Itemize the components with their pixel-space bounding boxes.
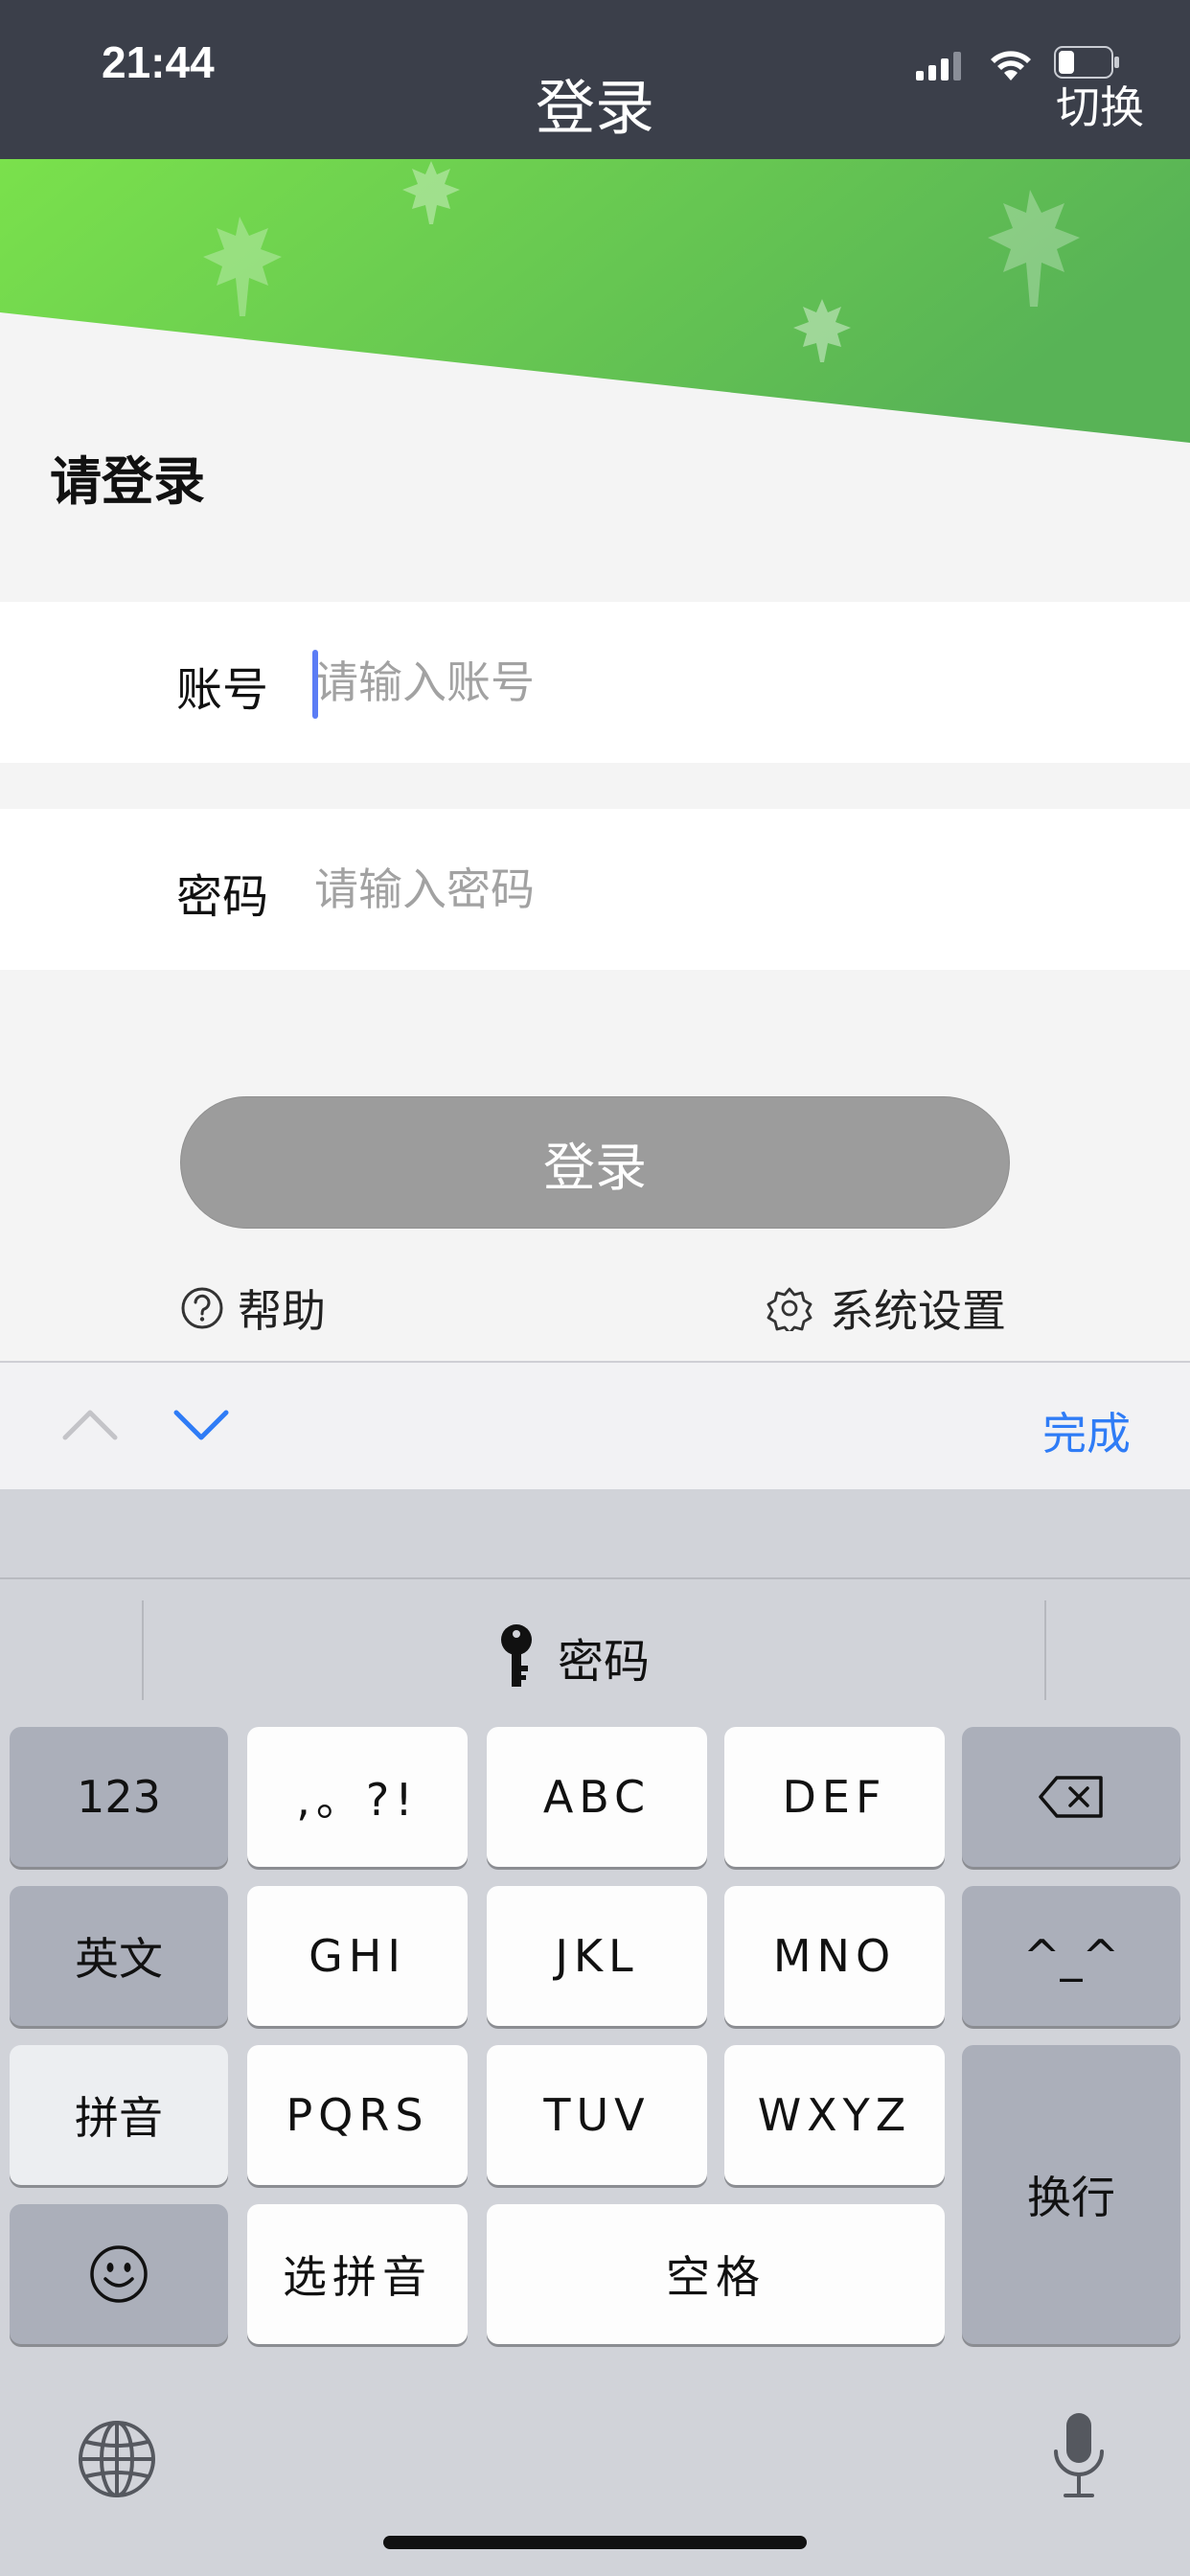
key-pinyin[interactable]: 拼音 [10, 2045, 228, 2185]
system-settings-link[interactable]: 系统设置 [767, 1276, 1006, 1340]
system-settings-label: 系统设置 [830, 1285, 1006, 1337]
emoji-icon [90, 2245, 148, 2303]
key-icon [501, 1624, 532, 1687]
login-heading: 请登录 [50, 451, 205, 512]
key-abc[interactable]: ABC [487, 1727, 707, 1867]
help-label: 帮助 [238, 1285, 326, 1337]
password-field-row[interactable]: 密码 [0, 809, 1190, 970]
account-field-row[interactable]: 账号 [0, 602, 1190, 763]
gear-icon [767, 1287, 812, 1331]
switch-button[interactable]: 切换 [1056, 73, 1144, 136]
suggestion-label: 密码 [558, 1635, 651, 1689]
password-input[interactable] [314, 851, 1129, 928]
help-link[interactable]: 帮助 [180, 1276, 326, 1340]
help-circle-icon [181, 1287, 223, 1329]
keyboard: 密码 123 ,。?! ABC DEF 英文 GHI JKL MNO ^_^ 拼… [0, 1489, 1190, 2576]
account-input[interactable] [314, 644, 1129, 721]
account-label: 账号 [176, 663, 269, 717]
key-ghi[interactable]: GHI [247, 1886, 468, 2026]
key-wxyz[interactable]: WXYZ [724, 2045, 945, 2185]
microphone-icon[interactable] [1050, 2411, 1108, 2503]
divider [142, 1600, 144, 1700]
key-pqrs[interactable]: PQRS [247, 2045, 468, 2185]
keyboard-accessory-bar: 完成 [0, 1361, 1190, 1489]
key-english[interactable]: 英文 [10, 1886, 228, 2026]
password-suggestion[interactable]: 密码 [496, 1623, 650, 1690]
key-emoticon[interactable]: ^_^ [962, 1886, 1180, 2026]
done-button[interactable]: 完成 [1042, 1399, 1131, 1462]
chevron-up-icon[interactable] [59, 1401, 121, 1449]
backspace-icon [1039, 1776, 1103, 1818]
header-banner [0, 159, 1190, 447]
key-tuv[interactable]: TUV [487, 2045, 707, 2185]
top-bar: 21:44 登录 切换 [0, 0, 1190, 159]
key-mno[interactable]: MNO [724, 1886, 945, 2026]
password-label: 密码 [176, 870, 269, 924]
chevron-down-icon[interactable] [171, 1401, 232, 1449]
space-key[interactable]: 空格 [487, 2204, 945, 2344]
text-caret [312, 650, 318, 719]
key-newline[interactable]: 换行 [962, 2045, 1180, 2344]
page-title: 登录 [535, 73, 654, 143]
key-punctuation[interactable]: ,。?! [247, 1727, 468, 1867]
home-indicator [383, 2536, 807, 2549]
key-def[interactable]: DEF [724, 1727, 945, 1867]
key-123[interactable]: 123 [10, 1727, 228, 1867]
key-select-pinyin[interactable]: 选拼音 [247, 2204, 468, 2344]
login-button[interactable]: 登录 [180, 1096, 1010, 1229]
divider [0, 1577, 1190, 1579]
backspace-key[interactable] [962, 1727, 1180, 1867]
emoji-key[interactable] [10, 2204, 228, 2344]
divider [1044, 1600, 1046, 1700]
globe-icon[interactable] [77, 2419, 157, 2499]
key-jkl[interactable]: JKL [487, 1886, 707, 2026]
